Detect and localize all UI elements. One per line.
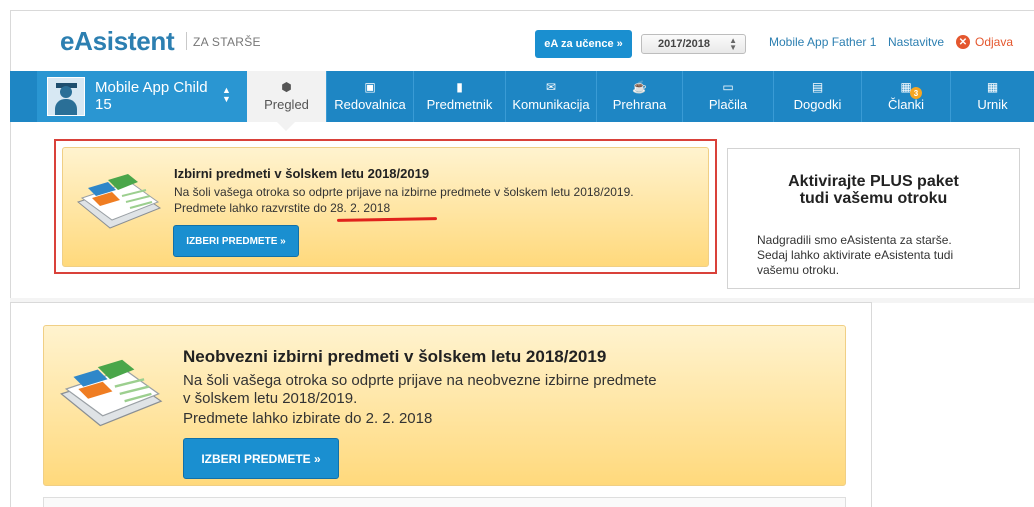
highlight-box [54, 139, 717, 274]
nav-item-predmetnik[interactable]: ▮ Predmetnik [413, 71, 505, 122]
school-year-value: 2017/2018 [658, 38, 710, 50]
meal-icon: ☕ [632, 80, 647, 94]
nav-item-urnik[interactable]: ▦ Urnik [950, 71, 1034, 122]
nav-item-prehrana[interactable]: ☕ Prehrana [596, 71, 682, 122]
nav-label: Plačila [708, 97, 748, 112]
nav-label: Prehrana [612, 97, 667, 112]
plus-text: Sedaj lahko aktivirate eAsistenta tudi [757, 248, 954, 262]
notice-title: Neobvezni izbirni predmeti v šolskem let… [183, 347, 607, 366]
choose-subjects-button[interactable]: IZBERI PREDMETE » [183, 438, 339, 479]
plus-title: Aktivirajte PLUS paket [788, 173, 959, 190]
nav-item-placila[interactable]: ▭ Plačila [682, 71, 773, 122]
calendar-event-icon: ▤ [811, 80, 824, 94]
notice-text: v šolskem letu 2018/2019. [183, 390, 358, 407]
child-avatar [47, 77, 85, 116]
nav-label: Dogodki [793, 97, 842, 112]
nav-label: Redovalnica [334, 97, 406, 112]
nav-label: Komunikacija [512, 97, 590, 112]
subjects-illustration-icon [60, 359, 163, 427]
nav-item-dogodki[interactable]: ▤ Dogodki [773, 71, 861, 122]
nav-item-redovalnica[interactable]: ▣ Redovalnica [326, 71, 413, 122]
articles-badge: 3 [910, 87, 922, 99]
nav-item-pregled[interactable]: ⬢ Pregled [247, 71, 326, 122]
child-number: 15 [95, 96, 112, 113]
nav-label: Urnik [977, 97, 1008, 112]
chat-icon: ✉ [545, 80, 557, 94]
logo-divider [186, 32, 187, 50]
app-logo[interactable]: eAsistent [60, 26, 175, 57]
nav-label: Predmetnik [426, 97, 493, 112]
nav-label: Članki [887, 97, 925, 112]
cube-icon: ⬢ [281, 80, 292, 94]
notice-deadline: Predmete lahko izbirate do 2. 2. 2018 [183, 410, 433, 427]
user-link[interactable]: Mobile App Father 1 [769, 35, 876, 49]
plus-text: vašemu otroku. [757, 263, 840, 277]
logout-icon[interactable]: ✕ [956, 35, 970, 49]
next-card [43, 497, 846, 507]
select-arrows-icon: ▲ ▼ [729, 36, 737, 52]
plus-title: tudi vašemu otroku [799, 190, 948, 207]
payment-icon: ▭ [722, 80, 734, 94]
child-switch-icon[interactable]: ▲ ▼ [222, 86, 231, 104]
notice-text: Na šoli vašega otroka so odprte prijave … [183, 372, 657, 389]
logout-link[interactable]: Odjava [975, 35, 1013, 49]
articles-icon: ▦ [900, 80, 912, 94]
gradebook-icon: ▣ [364, 80, 376, 94]
active-nav-pointer [277, 122, 295, 131]
timetable-icon: ▦ [986, 80, 999, 94]
nav-item-clanki[interactable]: ▦ Članki [861, 71, 950, 122]
plus-text: Nadgradili smo eAsistenta za starše. [757, 233, 952, 247]
book-icon: ▮ [456, 80, 463, 94]
nav-label-pregled: Pregled [264, 97, 309, 112]
logo-subtitle: ZA STARŠE [193, 35, 261, 49]
settings-link[interactable]: Nastavitve [888, 35, 944, 49]
nav-item-komunikacija[interactable]: ✉ Komunikacija [505, 71, 596, 122]
school-year-select[interactable]: 2017/2018 ▲ ▼ [641, 34, 746, 54]
ea-students-button[interactable]: eA za učence » [535, 30, 632, 58]
child-name[interactable]: Mobile App Child [95, 79, 208, 96]
